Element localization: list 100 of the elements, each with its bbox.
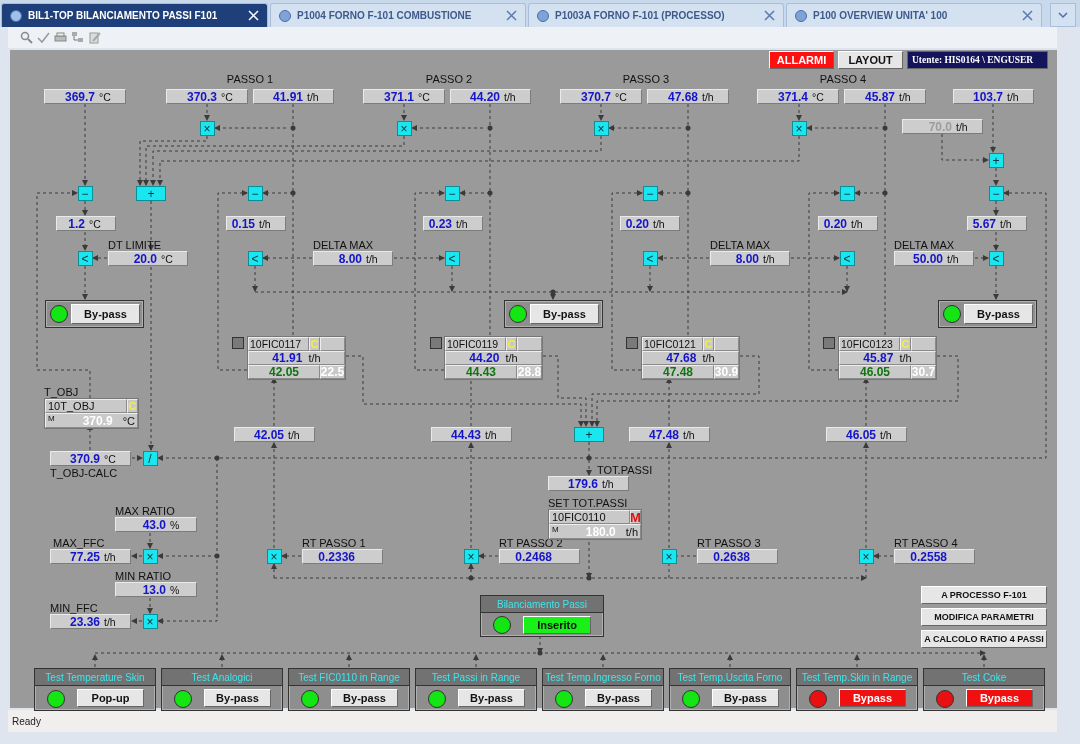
action-button[interactable]: A CALCOLO RATIO 4 PASSI: [921, 630, 1047, 648]
readout-label: TOT.PASSI: [597, 464, 653, 476]
tab[interactable]: P1004 FORNO F-101 COMBUSTIONE: [270, 3, 526, 27]
network-icon[interactable]: [71, 31, 84, 44]
operator-block[interactable]: ×: [858, 549, 874, 564]
tag-label: 10T_OBJ: [45, 399, 127, 413]
operator-block[interactable]: ×: [266, 549, 282, 564]
orb-icon: [10, 9, 22, 22]
operator-block[interactable]: <: [247, 251, 263, 266]
operator-block[interactable]: ×: [661, 549, 677, 564]
operator-block[interactable]: −: [247, 186, 263, 201]
check-icon[interactable]: [37, 31, 50, 44]
readout-value: 8.00: [337, 251, 362, 266]
balance-button[interactable]: Inserito: [523, 616, 591, 634]
tag-label: 10FIC0119: [445, 337, 506, 351]
operator-block[interactable]: ×: [593, 121, 609, 136]
readout-value: 0.2638: [712, 549, 750, 564]
operator-block[interactable]: −: [77, 186, 93, 201]
readout-value: 0.20: [822, 216, 847, 231]
readout-label: MIN RATIO: [115, 570, 171, 582]
sp-value: 47.48: [642, 365, 714, 379]
operator-block[interactable]: <: [988, 251, 1004, 266]
pass-title: PASSO 3: [622, 73, 670, 85]
panel-title: Test Temp.Uscita Forno: [670, 669, 790, 686]
sp-value: 42.05: [248, 365, 320, 379]
pass-title: PASSO 2: [425, 73, 473, 85]
orb-icon: [795, 9, 807, 22]
tag-label: 10FIC0123: [839, 337, 900, 351]
tab[interactable]: BIL1-TOP BILANCIAMENTO PASSI F101: [1, 3, 268, 27]
tab[interactable]: P100 OVERVIEW UNITA' 100: [786, 3, 1042, 27]
action-button[interactable]: MODIFICA PARAMETRI: [921, 608, 1047, 626]
bypass-button[interactable]: By-pass: [964, 304, 1033, 324]
indicator-square[interactable]: [626, 337, 638, 349]
edit-icon[interactable]: [88, 31, 101, 44]
operator-block[interactable]: −: [444, 186, 460, 201]
readout-label: T_OBJ: [44, 386, 79, 398]
panel-title: Test Passi in Range: [416, 669, 536, 686]
unit-label: t/h: [306, 90, 320, 103]
bypass-button[interactable]: By-pass: [71, 304, 140, 324]
unit-label: %: [169, 583, 181, 596]
operator-block[interactable]: −: [642, 186, 658, 201]
panel-title: Test Temp.Skin in Range: [797, 669, 917, 686]
bypass-button[interactable]: By-pass: [458, 689, 525, 707]
operator-block[interactable]: <: [444, 251, 460, 266]
readout-value: 0.23: [427, 216, 452, 231]
readout-value: 371.1: [382, 89, 414, 104]
bypass-button[interactable]: By-pass: [331, 689, 398, 707]
readout-value: 20.0: [132, 251, 157, 266]
readout-value: 50.00: [911, 251, 943, 266]
unit-label: t/h: [484, 428, 498, 441]
readout-label: T_OBJ-CALC: [50, 467, 118, 479]
panel-title: Test FIC0110 in Range: [289, 669, 409, 686]
readout-value: 103.7: [971, 89, 1003, 104]
sp-value: 46.05: [839, 365, 911, 379]
pass-title: PASSO 1: [226, 73, 274, 85]
bypass-button[interactable]: By-pass: [712, 689, 779, 707]
unit-label: °C: [98, 90, 112, 103]
search-icon[interactable]: [20, 31, 33, 44]
action-button[interactable]: A PROCESSO F-101: [921, 586, 1047, 604]
operator-block[interactable]: ×: [142, 549, 158, 564]
operator-block[interactable]: −: [839, 186, 855, 201]
unit-label: t/h: [899, 352, 912, 364]
readout-label: DELTA MAX: [710, 239, 771, 251]
unit-label: t/h: [652, 217, 666, 230]
mode-label: M: [552, 525, 560, 534]
bypass-button[interactable]: Pop-up: [77, 689, 144, 707]
operator-block[interactable]: /: [142, 451, 158, 466]
operator-block[interactable]: ×: [396, 121, 412, 136]
readout-value: 43.0: [141, 517, 166, 532]
dropdown-button[interactable]: [1050, 3, 1076, 27]
operator-block[interactable]: ×: [791, 121, 807, 136]
unit-label: °C: [160, 252, 174, 265]
operator-block[interactable]: +: [988, 153, 1004, 168]
operator-block[interactable]: +: [574, 427, 604, 442]
readout-value: 0.2558: [909, 549, 947, 564]
operator-block[interactable]: <: [642, 251, 658, 266]
printer-icon[interactable]: [54, 31, 67, 44]
unit-label: t/h: [701, 90, 715, 103]
pv-value: 47.68: [666, 351, 697, 365]
unit-label: °C: [614, 90, 628, 103]
operator-block[interactable]: ×: [142, 614, 158, 629]
pv-value: 41.91: [272, 351, 303, 365]
indicator-square[interactable]: [232, 337, 244, 349]
bypass-button[interactable]: By-pass: [204, 689, 271, 707]
indicator-square[interactable]: [823, 337, 835, 349]
operator-block[interactable]: <: [839, 251, 855, 266]
header-button[interactable]: LAYOUT: [838, 51, 903, 69]
header-button[interactable]: ALLARMI: [769, 51, 834, 69]
operator-block[interactable]: <: [77, 251, 93, 266]
operator-block[interactable]: +: [136, 186, 166, 201]
bypass-button[interactable]: By-pass: [585, 689, 652, 707]
bypass-button[interactable]: Bypass: [839, 689, 906, 707]
bypass-button[interactable]: By-pass: [530, 304, 599, 324]
operator-block[interactable]: −: [988, 186, 1004, 201]
indicator-square[interactable]: [430, 337, 442, 349]
tab[interactable]: P1003A FORNO F-101 (PROCESSO): [528, 3, 784, 27]
operator-block[interactable]: ×: [199, 121, 215, 136]
unit-label: t/h: [879, 428, 893, 441]
operator-block[interactable]: ×: [463, 549, 479, 564]
bypass-button[interactable]: Bypass: [966, 689, 1033, 707]
